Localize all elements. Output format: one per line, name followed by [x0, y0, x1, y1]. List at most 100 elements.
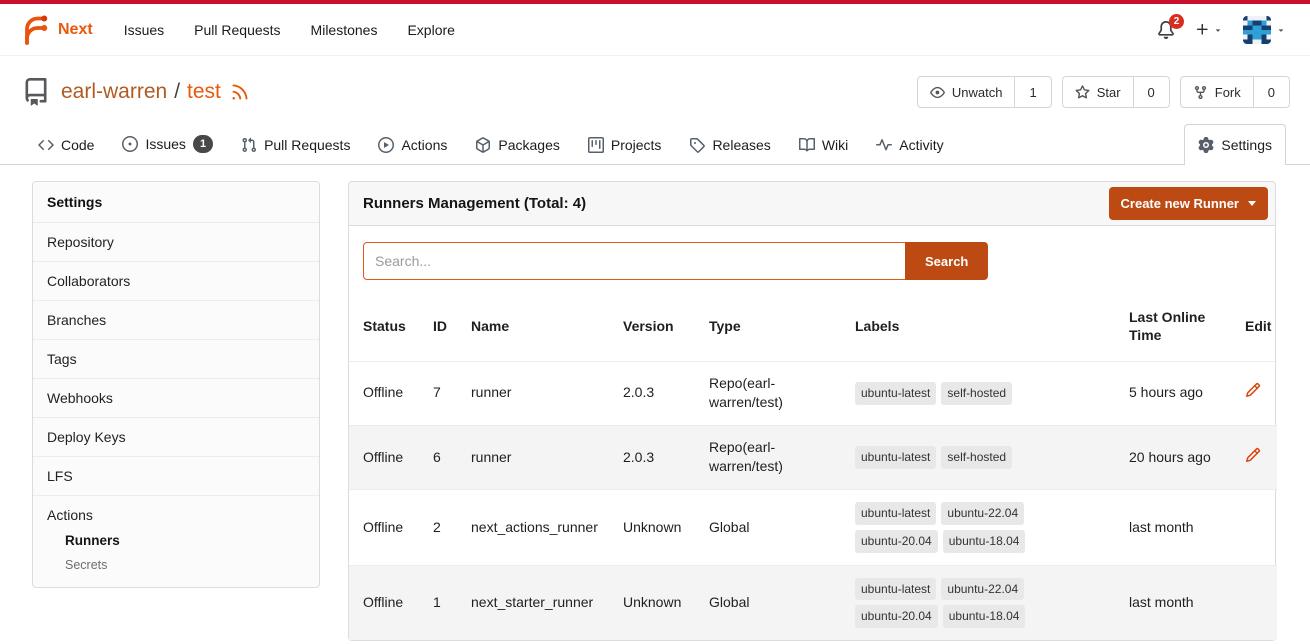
runner-label-chip: ubuntu-18.04 — [943, 605, 1026, 628]
tab-settings[interactable]: Settings — [1184, 124, 1286, 165]
unwatch-count[interactable]: 1 — [1015, 76, 1051, 108]
runners-panel-body: Search StatusIDNameVersionTypeLabelsLast… — [348, 226, 1276, 641]
repo-owner-link[interactable]: earl-warren — [61, 80, 167, 104]
column-header-id: ID — [425, 296, 463, 361]
fork-count[interactable]: 0 — [1254, 76, 1290, 108]
tab-count-badge: 1 — [193, 135, 213, 153]
fork-button[interactable]: Fork — [1180, 76, 1254, 108]
edit-runner-button[interactable] — [1245, 447, 1261, 463]
runner-label-chip: self-hosted — [941, 446, 1012, 469]
table-body: Offline7runner2.0.3Repo(earl-warren/test… — [349, 361, 1277, 640]
rss-icon[interactable] — [230, 82, 250, 102]
notifications-button[interactable]: 2 — [1157, 21, 1175, 39]
sidebar-item-deploy-keys[interactable]: Deploy Keys — [33, 417, 319, 456]
repo-tabbar: CodeIssues1Pull Requests Actions Packages P… — [0, 122, 1310, 165]
column-header-name: Name — [463, 296, 615, 361]
nav-right: 2 — [1157, 16, 1296, 44]
tab-packages[interactable]: Packages — [461, 124, 573, 165]
sidebar-item-label: Tags — [47, 351, 77, 367]
star-label: Star — [1097, 85, 1121, 100]
cell-name: next_actions_runner — [463, 490, 615, 566]
cell-status: Offline — [349, 565, 425, 640]
table-header-row: StatusIDNameVersionTypeLabelsLast Online… — [349, 296, 1277, 361]
repo-action-buttons: Unwatch1Star0Fork0 — [917, 76, 1290, 108]
repo-header: earl-warren / test Unwatch1Star0Fork0 — [0, 56, 1310, 122]
pr-icon — [241, 137, 257, 153]
cell-edit — [1237, 425, 1277, 489]
sidebar-item-lfs[interactable]: LFS — [33, 456, 319, 495]
sidebar-subitem-runners[interactable]: Runners — [65, 533, 305, 548]
code-icon — [38, 137, 54, 153]
cell-labels: ubuntu-latestubuntu-22.04ubuntu-20.04ubu… — [847, 490, 1121, 566]
search-button[interactable]: Search — [905, 242, 988, 280]
tab-activity[interactable]: Activity — [862, 124, 957, 165]
runner-label-chip: ubuntu-18.04 — [943, 530, 1026, 553]
tab-pull-requests[interactable]: Pull Requests — [227, 124, 364, 165]
star-button[interactable]: Star — [1062, 76, 1134, 108]
runner-label-chip: ubuntu-20.04 — [855, 530, 938, 553]
cell-last-online: last month — [1121, 565, 1237, 640]
sidebar-item-branches[interactable]: Branches — [33, 300, 319, 339]
pencil-icon — [1245, 447, 1261, 463]
fork-icon — [1193, 85, 1208, 100]
runners-panel-header: Runners Management (Total: 4) Create new… — [348, 181, 1276, 226]
home-link[interactable]: Next — [20, 15, 93, 45]
sidebar-item-repository[interactable]: Repository — [33, 222, 319, 261]
fork-button-group: Fork0 — [1180, 76, 1290, 108]
sidebar-item-collaborators[interactable]: Collaborators — [33, 261, 319, 300]
unwatch-label: Unwatch — [952, 85, 1003, 100]
repo-name-link[interactable]: test — [187, 80, 221, 104]
cell-id: 6 — [425, 425, 463, 489]
sidebar-item-actions[interactable]: ActionsRunnersSecrets — [33, 495, 319, 587]
search-input[interactable] — [363, 242, 906, 280]
cell-version: 2.0.3 — [615, 425, 701, 489]
column-header-labels: Labels — [847, 296, 1121, 361]
create-menu-button[interactable] — [1195, 22, 1223, 37]
notification-count-badge: 2 — [1169, 14, 1184, 29]
user-menu-button[interactable] — [1243, 16, 1286, 44]
tab-code[interactable]: Code — [24, 124, 108, 165]
runner-row: Offline1next_starter_runnerUnknownGlobal… — [349, 565, 1277, 640]
repo-separator: / — [174, 80, 180, 104]
cell-type: Global — [701, 490, 847, 566]
tab-releases[interactable]: Releases — [675, 124, 784, 165]
create-runner-button[interactable]: Create new Runner — [1109, 187, 1268, 220]
runner-label-chip: ubuntu-latest — [855, 502, 936, 525]
tab-issues[interactable]: Issues1 — [108, 122, 227, 165]
sidebar-item-tags[interactable]: Tags — [33, 339, 319, 378]
sidebar-item-label: Repository — [47, 234, 114, 250]
tab-label: Projects — [611, 137, 662, 153]
sidebar-item-label: Collaborators — [47, 273, 130, 289]
cell-name: next_starter_runner — [463, 565, 615, 640]
tab-wiki[interactable]: Wiki — [785, 124, 862, 165]
runner-labels: ubuntu-latestself-hosted — [855, 446, 1065, 469]
unwatch-button[interactable]: Unwatch — [917, 76, 1016, 108]
cell-type: Global — [701, 565, 847, 640]
nav-item-milestones[interactable]: Milestones — [296, 13, 393, 47]
column-header-status: Status — [349, 296, 425, 361]
top-navbar: Next IssuesPull RequestsMilestonesExplor… — [0, 4, 1310, 56]
runner-label-chip: ubuntu-latest — [855, 446, 936, 469]
tab-label: Actions — [401, 137, 447, 153]
tab-label: Settings — [1221, 137, 1272, 153]
tab-projects[interactable]: Projects — [574, 124, 676, 165]
column-header-type: Type — [701, 296, 847, 361]
runner-row: Offline7runner2.0.3Repo(earl-warren/test… — [349, 361, 1277, 425]
edit-runner-button[interactable] — [1245, 382, 1261, 398]
sidebar-subitem-secrets[interactable]: Secrets — [65, 558, 305, 572]
sidebar-item-webhooks[interactable]: Webhooks — [33, 378, 319, 417]
tab-actions[interactable]: Actions — [364, 124, 461, 165]
cell-status: Offline — [349, 361, 425, 425]
runner-label-chip: ubuntu-latest — [855, 578, 936, 601]
chevron-down-icon — [1276, 25, 1286, 35]
sidebar-item-label: LFS — [47, 468, 73, 484]
panel-title: Runners Management (Total: 4) — [363, 195, 586, 212]
star-count[interactable]: 0 — [1134, 76, 1170, 108]
cell-type: Repo(earl-warren/test) — [701, 425, 847, 489]
nav-item-issues[interactable]: Issues — [109, 13, 179, 47]
nav-item-pull-requests[interactable]: Pull Requests — [179, 13, 295, 47]
runner-label-chip: ubuntu-latest — [855, 382, 936, 405]
nav-item-explore[interactable]: Explore — [392, 13, 469, 47]
gear-icon — [1198, 137, 1214, 153]
pencil-icon — [1245, 382, 1261, 398]
